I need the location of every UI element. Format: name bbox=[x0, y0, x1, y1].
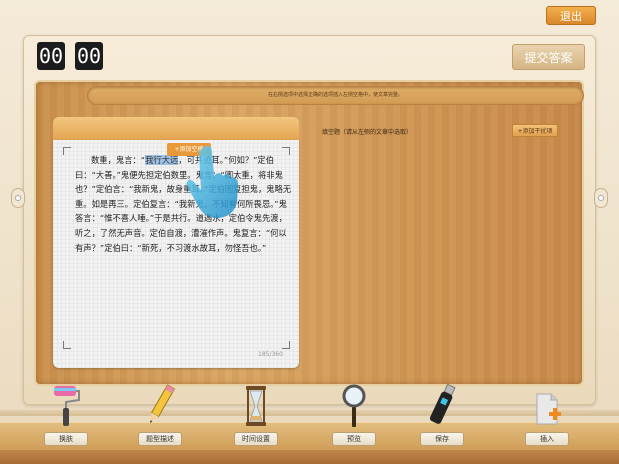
corner-mark bbox=[63, 341, 71, 349]
corner-mark bbox=[63, 147, 71, 155]
timer-minutes: 00 bbox=[37, 42, 65, 70]
shelf-front-edge bbox=[0, 450, 619, 464]
handle-dot bbox=[598, 195, 604, 201]
time-setting-tool[interactable]: 时间设置 bbox=[226, 382, 286, 452]
corner-mark bbox=[282, 341, 290, 349]
handle-dot bbox=[15, 195, 21, 201]
hourglass-icon bbox=[246, 386, 266, 426]
preview-tool-label: 预览 bbox=[332, 432, 376, 446]
usb-drive-icon bbox=[429, 383, 456, 424]
insert-tool-label: 插入 bbox=[525, 432, 569, 446]
left-scroll-handle[interactable] bbox=[11, 188, 25, 208]
magnifier-icon bbox=[342, 384, 366, 427]
story-before: 数重，鬼言：“ bbox=[91, 155, 146, 165]
blank-options-label: 填空题（请从左侧的文章中选取） bbox=[322, 129, 413, 136]
instruction-bar: 在右侧选项中选择正确的选项插入左侧空格中，使文章完整。 bbox=[87, 86, 584, 105]
right-scroll-handle[interactable] bbox=[594, 188, 608, 208]
timer-seconds: 00 bbox=[75, 42, 103, 70]
highlighted-selection[interactable]: 我行大远 bbox=[145, 155, 179, 165]
insert-tool[interactable]: 插入 bbox=[517, 382, 577, 452]
question-type-tool[interactable]: 题型描述 bbox=[130, 382, 190, 452]
question-type-tool-label: 题型描述 bbox=[138, 432, 182, 446]
add-distractor-button[interactable]: +添加干扰项 bbox=[512, 124, 558, 137]
skin-tool[interactable]: 换肤 bbox=[36, 382, 96, 452]
submit-answer-button[interactable]: 提交答案 bbox=[512, 44, 585, 70]
insert-page-icon bbox=[536, 393, 561, 425]
hand-pointer-icon bbox=[186, 145, 238, 218]
time-setting-tool-label: 时间设置 bbox=[234, 432, 278, 446]
paint-roller-icon bbox=[54, 386, 80, 426]
char-counter: 185/360 bbox=[258, 351, 283, 358]
exit-button[interactable]: 退出 bbox=[546, 6, 596, 25]
save-tool-label: 保存 bbox=[420, 432, 464, 446]
preview-tool[interactable]: 预览 bbox=[324, 382, 384, 452]
pencil-icon bbox=[150, 384, 176, 424]
skin-tool-label: 换肤 bbox=[44, 432, 88, 446]
save-tool[interactable]: 保存 bbox=[412, 382, 472, 452]
editor-card-header bbox=[53, 117, 299, 141]
